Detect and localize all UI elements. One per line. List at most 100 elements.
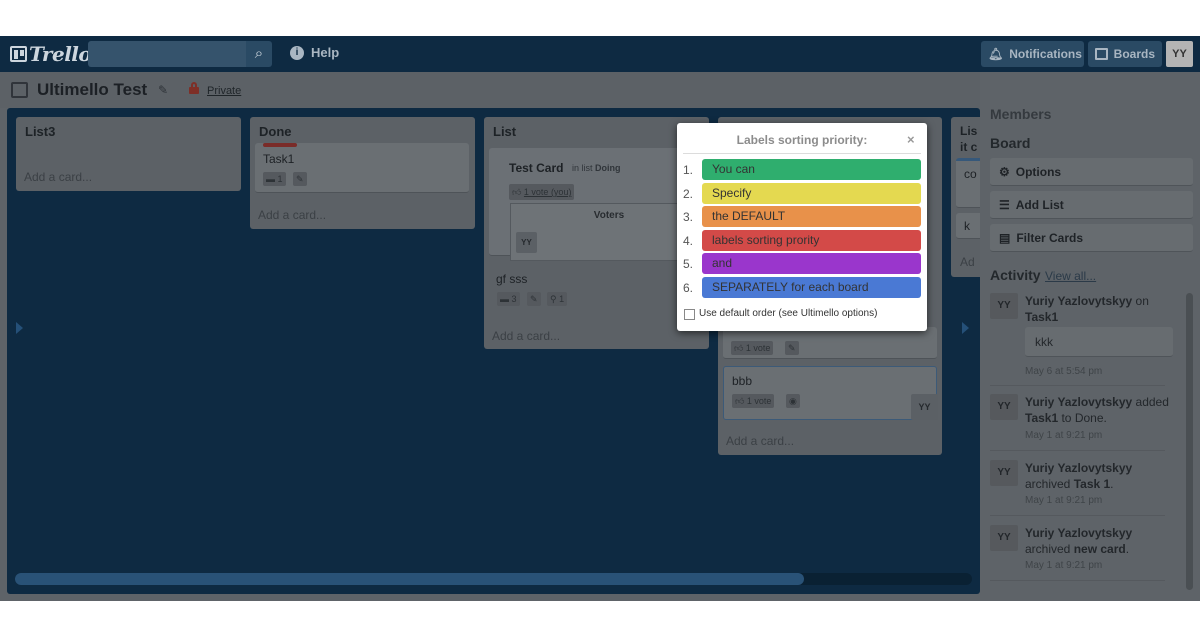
label-bar[interactable]: the DEFAULT bbox=[702, 206, 921, 228]
notifications-button[interactable]: 🔔︎ Notifications bbox=[981, 41, 1084, 67]
user-avatar[interactable]: YY bbox=[1166, 41, 1193, 67]
label-row[interactable]: 2. Specify bbox=[683, 182, 923, 204]
activity-comment: kkk bbox=[1025, 327, 1173, 357]
card-gf-sss-title[interactable]: gf sss bbox=[496, 272, 527, 286]
label-number: 4. bbox=[683, 233, 694, 248]
privacy-toggle[interactable]: Private bbox=[207, 85, 241, 97]
edit-badge[interactable]: ✎ bbox=[527, 292, 541, 306]
pencil-icon: ✎ bbox=[788, 343, 796, 353]
label-row[interactable]: 6. SEPARATELY for each board bbox=[683, 277, 923, 298]
list-partial: Lis it c co k Ad bbox=[951, 117, 980, 277]
default-order-label[interactable]: Use default order (see Ultimello options… bbox=[699, 308, 877, 319]
search-button[interactable]: ⌕ bbox=[246, 41, 272, 67]
activity-avatar[interactable]: YY bbox=[990, 394, 1018, 420]
scroll-left-arrow-icon[interactable] bbox=[16, 322, 23, 334]
board-title[interactable]: Ultimello Test bbox=[37, 80, 147, 100]
label-bar[interactable]: You can bbox=[702, 159, 921, 180]
label-number: 3. bbox=[683, 210, 694, 225]
label-bar[interactable]: SEPARATELY for each board bbox=[702, 277, 921, 298]
board-icon bbox=[1095, 48, 1108, 60]
card-bbb[interactable]: bbb 👍︎ 1 vote ◉ YY bbox=[723, 366, 938, 420]
card-task1[interactable]: Task1 ▬ 1 ✎ bbox=[255, 143, 469, 193]
boards-button[interactable]: Boards bbox=[1088, 41, 1162, 67]
partial-card[interactable]: co bbox=[956, 158, 980, 208]
label-row[interactable]: 4. labels sorting prority bbox=[683, 229, 923, 251]
activity-avatar[interactable]: YY bbox=[990, 525, 1018, 551]
add-card-link[interactable]: Add a card... bbox=[258, 208, 326, 222]
add-card-link[interactable]: Add a card... bbox=[24, 170, 92, 184]
list-title[interactable]: Done bbox=[259, 124, 292, 139]
card-test-card[interactable]: Test Card in list Doing 👍︎ 1 vote (you) … bbox=[489, 148, 706, 261]
sidebar: Members Board ⚙ Options ☰ Add List ▤ Filter… bbox=[980, 72, 1200, 601]
label-number: 5. bbox=[683, 257, 694, 272]
label-bar[interactable]: Specify bbox=[702, 182, 921, 204]
labels-sorting-popover: Labels sorting priority: × 1. You can 2. Sp… bbox=[677, 123, 927, 331]
label-row[interactable]: 5. and bbox=[683, 253, 923, 275]
card-voted[interactable]: 👍︎ 1 vote ✎ bbox=[723, 327, 937, 359]
label-row[interactable]: 3. the DEFAULT bbox=[683, 206, 923, 228]
help-label: Help bbox=[311, 45, 340, 60]
label-bar[interactable]: labels sorting prority bbox=[702, 229, 921, 251]
activity-avatar[interactable]: YY bbox=[990, 293, 1018, 319]
board-icon bbox=[11, 82, 28, 98]
vote-badge[interactable]: 👍︎ 1 vote (you) bbox=[509, 184, 575, 200]
label-bar[interactable]: and bbox=[702, 253, 921, 275]
label-row[interactable]: 1. You can bbox=[683, 159, 923, 180]
logo-text: Trello bbox=[29, 42, 92, 66]
filter-cards-button[interactable]: ▤ Filter Cards bbox=[990, 224, 1193, 252]
sidebar-scrollbar[interactable] bbox=[1186, 293, 1193, 590]
trello-logo-icon bbox=[10, 46, 27, 62]
add-list-button[interactable]: ☰ Add List bbox=[990, 191, 1193, 219]
board-heading: Board bbox=[990, 135, 1031, 151]
label-number: 6. bbox=[683, 281, 694, 295]
list-list3: List3 Add a card... bbox=[16, 117, 241, 191]
divider bbox=[990, 450, 1165, 451]
members-heading: Members bbox=[990, 106, 1052, 122]
list-icon: ☰ bbox=[999, 197, 1010, 212]
add-card-link[interactable]: Ad bbox=[960, 255, 975, 269]
activity-time: May 1 at 9:21 pm bbox=[1025, 430, 1103, 441]
activity-time: May 6 at 5:54 pm bbox=[1025, 366, 1103, 377]
activity-time: May 1 at 9:21 pm bbox=[1025, 560, 1103, 571]
add-card-link[interactable]: Add a card... bbox=[492, 329, 560, 343]
card-title: bbb bbox=[732, 374, 753, 388]
pencil-icon: ✎ bbox=[296, 174, 304, 184]
activity-avatar[interactable]: YY bbox=[990, 460, 1018, 486]
view-all-link[interactable]: View all... bbox=[1045, 269, 1096, 283]
activity-text: Yuriy Yazlovytskyy archived Task 1. bbox=[1025, 461, 1133, 491]
card-member-avatar[interactable]: YY bbox=[911, 394, 938, 420]
options-button[interactable]: ⚙ Options bbox=[990, 158, 1193, 186]
partial-card[interactable]: k bbox=[956, 213, 980, 239]
default-order-checkbox[interactable] bbox=[684, 309, 695, 320]
list-title[interactable]: Lis it c bbox=[960, 123, 977, 155]
comment-icon: ▬ bbox=[266, 174, 275, 184]
lock-icon bbox=[189, 82, 199, 94]
list-title[interactable]: List bbox=[493, 124, 516, 139]
list-done: Done Task1 ▬ 1 ✎ Add a card... bbox=[250, 117, 475, 229]
edit-badge[interactable]: ✎ bbox=[785, 341, 799, 355]
voter-avatar[interactable]: YY bbox=[516, 232, 537, 253]
divider bbox=[683, 153, 921, 154]
card-title: Test Card bbox=[509, 161, 564, 175]
list-title[interactable]: List3 bbox=[25, 124, 55, 139]
close-icon[interactable]: × bbox=[907, 132, 915, 147]
pencil-icon: ✎ bbox=[530, 294, 538, 304]
label-number: 2. bbox=[683, 186, 694, 201]
comment-badge: ▬ 3 bbox=[497, 292, 520, 306]
activity-heading: Activity bbox=[990, 267, 1041, 283]
edit-badge[interactable]: ✎ bbox=[293, 172, 307, 186]
search-input[interactable] bbox=[88, 41, 246, 67]
pencil-icon[interactable]: ✎ bbox=[158, 83, 168, 97]
scroll-right-arrow-icon[interactable] bbox=[962, 322, 969, 334]
activity-text: Yuriy Yazlovytskyy archived new card. bbox=[1025, 526, 1133, 556]
activity-item: YY Yuriy Yazlovytskyy on Task1 kkk May 6 … bbox=[990, 293, 1173, 378]
trello-logo[interactable]: Trello bbox=[10, 42, 92, 66]
divider bbox=[990, 515, 1165, 516]
comment-icon: ▬ bbox=[500, 294, 509, 304]
filter-icon: ▤ bbox=[999, 230, 1011, 245]
add-card-link[interactable]: Add a card... bbox=[726, 434, 794, 448]
help-link[interactable]: i Help bbox=[290, 45, 339, 60]
board-scrollbar-thumb[interactable] bbox=[15, 573, 804, 585]
label-number: 1. bbox=[683, 163, 694, 177]
activity-item: YY Yuriy Yazlovytskyy archived Task 1. M… bbox=[990, 460, 1165, 510]
